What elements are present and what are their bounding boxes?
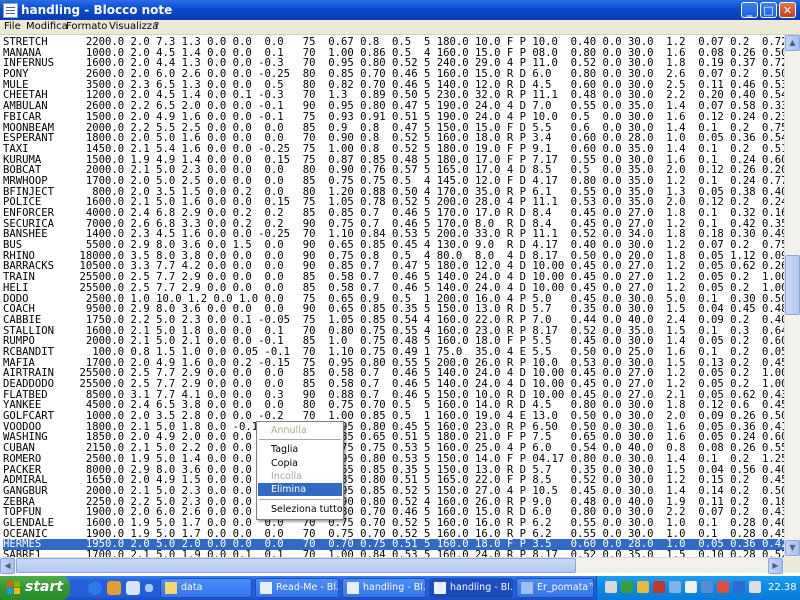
menu-help[interactable]: ? bbox=[154, 21, 159, 32]
volume-icon[interactable] bbox=[685, 581, 697, 593]
menu-item-incolla[interactable]: Incolla bbox=[258, 470, 342, 483]
tray-icon[interactable] bbox=[733, 581, 745, 593]
notepad-icon bbox=[260, 582, 272, 594]
notepad-icon[interactable] bbox=[3, 3, 18, 18]
taskbar-button-handling-2[interactable]: handling - Bl... bbox=[429, 578, 513, 598]
taskbar: start data Read-Me - Bl... handling - Bl… bbox=[0, 576, 800, 600]
taskbar-button-label: handling - Bl... bbox=[363, 582, 426, 593]
notepad-icon bbox=[347, 582, 359, 594]
menu-separator bbox=[259, 499, 341, 500]
text-editor[interactable]: STRETCH 2200.0 2.0 7.3 1.3 0.0 0.0 0.0 7… bbox=[0, 35, 784, 557]
tray-icon[interactable] bbox=[605, 581, 617, 593]
minimize-button[interactable]: _ bbox=[741, 2, 758, 18]
menu-item-taglia[interactable]: Taglia bbox=[258, 443, 342, 456]
menu-item-copia[interactable]: Copia bbox=[258, 457, 342, 470]
close-icon: ✕ bbox=[782, 4, 793, 17]
clock[interactable]: 22.38 bbox=[768, 582, 797, 593]
maximize-button[interactable]: □ bbox=[760, 2, 777, 18]
vertical-scroll-thumb[interactable] bbox=[785, 255, 800, 315]
media-player-icon[interactable] bbox=[107, 581, 121, 595]
scroll-right-button[interactable]: ▶ bbox=[768, 558, 783, 574]
horizontal-scroll-thumb[interactable] bbox=[16, 558, 576, 573]
text-lines: STRETCH 2200.0 2.0 7.3 1.3 0.0 0.0 0.0 7… bbox=[3, 37, 784, 557]
taskbar-button-label: data bbox=[181, 582, 203, 593]
taskbar-button-er-pomata[interactable]: Er_pomata™... bbox=[516, 578, 594, 598]
menu-visualizza[interactable]: Visualizza bbox=[109, 21, 158, 32]
tray-icon[interactable] bbox=[701, 581, 713, 593]
text-line[interactable]: ROMERO 2500.0 1.9 5.0 1.4 0.0 0.0 0.0 70… bbox=[3, 454, 784, 465]
arrow-left-icon: ◀ bbox=[4, 561, 11, 570]
arrow-down-icon: ▼ bbox=[789, 543, 796, 552]
internet-explorer-icon[interactable] bbox=[88, 581, 102, 595]
window-title: handling - Blocco note bbox=[21, 3, 173, 17]
maximize-icon: □ bbox=[763, 4, 774, 17]
menu-item-elimina[interactable]: Elimina bbox=[258, 483, 342, 496]
text-line[interactable]: GANGBUR 2000.0 2.1 5.0 2.3 0.0 0.0 0.0 7… bbox=[3, 486, 784, 497]
start-label: start bbox=[25, 579, 64, 595]
menu-item-annulla[interactable]: Annulla bbox=[258, 424, 342, 437]
text-line[interactable]: HELI 25500.0 2.5 7.7 2.9 0.0 0.0 0.0 85 … bbox=[3, 283, 784, 294]
tray-icon[interactable] bbox=[749, 581, 761, 593]
menu-bar: File Modifica Formato Visualizza ? bbox=[0, 20, 800, 35]
context-menu: Annulla Taglia Copia Incolla Elimina Sel… bbox=[256, 421, 344, 520]
close-button[interactable]: ✕ bbox=[779, 2, 796, 18]
menu-file[interactable]: File bbox=[4, 21, 21, 32]
title-bar[interactable]: handling - Blocco note _ □ ✕ bbox=[0, 0, 800, 20]
text-line[interactable]: FBICAR 1500.0 2.0 4.9 1.6 0.0 0.0 -0.1 7… bbox=[3, 112, 784, 123]
tray-icon[interactable] bbox=[637, 581, 649, 593]
tray-icon[interactable] bbox=[653, 581, 665, 593]
taskbar-button-handling-1[interactable]: handling - Bl... bbox=[342, 578, 426, 598]
scroll-up-button[interactable]: ▲ bbox=[785, 35, 800, 51]
arrow-up-icon: ▲ bbox=[789, 38, 796, 47]
menu-item-seleziona-tutto[interactable]: Seleziona tutto bbox=[258, 503, 343, 516]
minimize-icon: _ bbox=[746, 4, 753, 17]
folder-icon bbox=[165, 582, 177, 594]
taskbar-button-label: Er_pomata™... bbox=[537, 582, 593, 593]
scroll-down-button[interactable]: ▼ bbox=[785, 540, 800, 556]
taskbar-button-readme[interactable]: Read-Me - Bl... bbox=[255, 578, 339, 598]
tray-icon[interactable] bbox=[717, 581, 729, 593]
taskbar-button-data[interactable]: data bbox=[160, 578, 252, 598]
show-desktop-icon[interactable] bbox=[126, 581, 140, 595]
vertical-scrollbar[interactable]: ▲ ▼ bbox=[784, 35, 800, 557]
taskbar-button-label: Read-Me - Bl... bbox=[276, 582, 339, 593]
horizontal-scrollbar[interactable]: ◀ ▶ bbox=[0, 557, 784, 574]
menu-formato[interactable]: Formato bbox=[66, 21, 107, 32]
text-line[interactable]: SABRE1 1700.0 2.1 5.0 1.9 0.0 0.1 0.1 70… bbox=[3, 550, 784, 557]
notepad-icon bbox=[434, 582, 446, 594]
network-icon[interactable] bbox=[669, 581, 681, 593]
menu-separator bbox=[259, 439, 341, 440]
text-line[interactable]: TAXI 1450.0 2.1 5.4 1.6 0.0 0.0 -0.25 75… bbox=[3, 144, 784, 155]
arrow-right-icon: ▶ bbox=[772, 561, 779, 570]
text-line[interactable]: CABBIE 1750.0 2.2 5.0 2.3 0.0 0.1 -0.05 … bbox=[3, 315, 784, 326]
tray-icon[interactable] bbox=[621, 581, 633, 593]
menu-modifica[interactable]: Modifica bbox=[26, 21, 68, 32]
taskbar-button-label: handling - Bl... bbox=[450, 582, 513, 593]
scroll-left-button[interactable]: ◀ bbox=[0, 558, 15, 574]
windows-logo-icon bbox=[7, 581, 21, 595]
chevron-icon[interactable] bbox=[145, 584, 153, 592]
application-icon bbox=[521, 582, 533, 594]
start-button[interactable]: start bbox=[0, 576, 70, 600]
scrollbar-corner bbox=[784, 557, 800, 573]
